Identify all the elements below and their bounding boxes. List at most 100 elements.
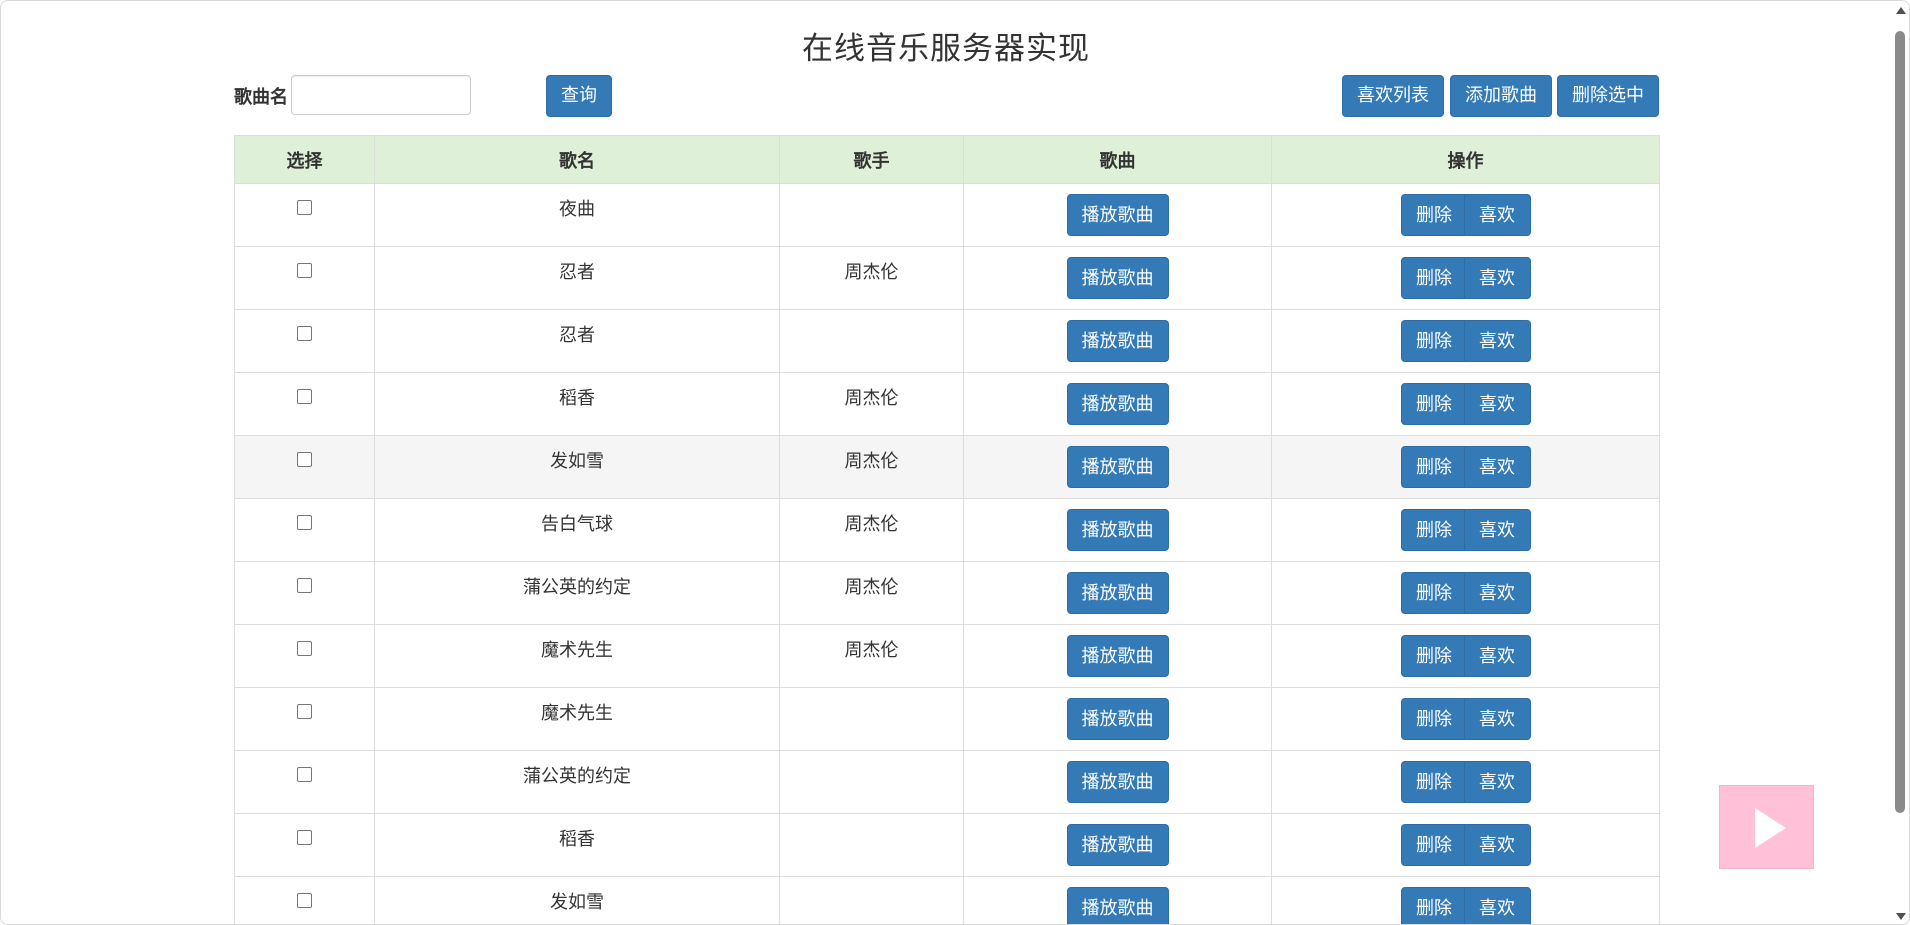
play-song-button[interactable]: 播放歌曲 <box>1066 824 1169 866</box>
play-song-button[interactable]: 播放歌曲 <box>1066 509 1169 551</box>
table-row: 发如雪 周杰伦 播放歌曲 删除 喜欢 <box>234 435 1660 499</box>
table-row: 稻香 播放歌曲 删除 喜欢 <box>234 813 1660 877</box>
title-cell: 稻香 <box>374 813 780 877</box>
row-select-checkbox[interactable] <box>297 641 312 656</box>
play-song-button[interactable]: 播放歌曲 <box>1066 446 1169 488</box>
row-select-checkbox[interactable] <box>297 767 312 782</box>
like-song-button[interactable]: 喜欢 <box>1463 446 1531 488</box>
delete-selected-button[interactable]: 删除选中 <box>1557 75 1659 117</box>
song-cell: 播放歌曲 <box>963 813 1272 877</box>
singer-cell: 周杰伦 <box>779 561 964 625</box>
table-row: 蒲公英的约定 播放歌曲 删除 喜欢 <box>234 750 1660 814</box>
row-select-checkbox[interactable] <box>297 515 312 530</box>
row-select-checkbox[interactable] <box>297 326 312 341</box>
delete-song-button[interactable]: 删除 <box>1400 698 1468 740</box>
column-header-song: 歌曲 <box>963 135 1272 184</box>
actions-cell: 删除 喜欢 <box>1271 372 1660 436</box>
song-title: 魔术先生 <box>541 640 613 661</box>
like-song-button[interactable]: 喜欢 <box>1463 635 1531 677</box>
delete-song-button[interactable]: 删除 <box>1400 320 1468 362</box>
like-song-button[interactable]: 喜欢 <box>1463 761 1531 803</box>
select-cell <box>234 309 375 373</box>
play-song-button[interactable]: 播放歌曲 <box>1066 698 1169 740</box>
like-song-button[interactable]: 喜欢 <box>1463 572 1531 614</box>
add-song-button[interactable]: 添加歌曲 <box>1450 75 1552 117</box>
page-title: 在线音乐服务器实现 <box>802 31 1090 67</box>
like-song-button[interactable]: 喜欢 <box>1463 194 1531 236</box>
delete-song-button[interactable]: 删除 <box>1400 383 1468 425</box>
select-cell <box>234 246 375 310</box>
like-song-button[interactable]: 喜欢 <box>1463 257 1531 299</box>
like-song-button[interactable]: 喜欢 <box>1463 698 1531 740</box>
delete-song-button[interactable]: 删除 <box>1400 509 1468 551</box>
delete-song-button[interactable]: 删除 <box>1400 257 1468 299</box>
title-cell: 忍者 <box>374 309 780 373</box>
like-song-button[interactable]: 喜欢 <box>1463 320 1531 362</box>
actions-cell: 删除 喜欢 <box>1271 750 1660 814</box>
song-cell: 播放歌曲 <box>963 246 1272 310</box>
table-row: 忍者 播放歌曲 删除 喜欢 <box>234 309 1660 373</box>
actions-cell: 删除 喜欢 <box>1271 813 1660 877</box>
column-header-singer: 歌手 <box>779 135 964 184</box>
scroll-down-arrow-icon[interactable] <box>1896 913 1906 920</box>
row-select-checkbox[interactable] <box>297 200 312 215</box>
browser-page: 在线音乐服务器实现 歌曲名 查询 喜欢列表 添加歌曲 删除选中 选择 歌名 歌手… <box>0 0 1910 925</box>
play-song-button[interactable]: 播放歌曲 <box>1066 320 1169 362</box>
delete-song-button[interactable]: 删除 <box>1400 194 1468 236</box>
play-song-button[interactable]: 播放歌曲 <box>1066 887 1169 924</box>
delete-song-button[interactable]: 删除 <box>1400 887 1468 924</box>
singer-cell <box>779 750 964 814</box>
scrollbar[interactable] <box>1892 1 1909 924</box>
like-song-button[interactable]: 喜欢 <box>1463 824 1531 866</box>
column-header-title: 歌名 <box>374 135 780 184</box>
play-song-button[interactable]: 播放歌曲 <box>1066 761 1169 803</box>
singer-cell: 周杰伦 <box>779 435 964 499</box>
row-select-checkbox[interactable] <box>297 389 312 404</box>
column-header-actions: 操作 <box>1271 135 1660 184</box>
song-singer: 周杰伦 <box>844 514 899 535</box>
title-cell: 告白气球 <box>374 498 780 562</box>
song-title: 稻香 <box>559 388 595 409</box>
song-title: 发如雪 <box>550 892 604 913</box>
song-title: 夜曲 <box>559 199 595 220</box>
play-song-button[interactable]: 播放歌曲 <box>1066 194 1169 236</box>
song-title: 告白气球 <box>541 514 613 535</box>
select-cell <box>234 750 375 814</box>
song-singer: 周杰伦 <box>844 451 899 472</box>
like-song-button[interactable]: 喜欢 <box>1463 509 1531 551</box>
scrollbar-thumb[interactable] <box>1895 31 1905 813</box>
play-icon <box>1755 808 1786 848</box>
select-cell <box>234 876 375 924</box>
song-cell: 播放歌曲 <box>963 750 1272 814</box>
like-song-button[interactable]: 喜欢 <box>1463 887 1531 924</box>
row-select-checkbox[interactable] <box>297 830 312 845</box>
delete-song-button[interactable]: 删除 <box>1400 824 1468 866</box>
play-song-button[interactable]: 播放歌曲 <box>1066 572 1169 614</box>
song-title: 忍者 <box>559 262 595 283</box>
play-song-button[interactable]: 播放歌曲 <box>1066 635 1169 677</box>
title-cell: 稻香 <box>374 372 780 436</box>
song-singer: 周杰伦 <box>844 262 899 283</box>
favorite-list-button[interactable]: 喜欢列表 <box>1342 75 1444 117</box>
like-song-button[interactable]: 喜欢 <box>1463 383 1531 425</box>
singer-cell: 周杰伦 <box>779 246 964 310</box>
title-cell: 魔术先生 <box>374 687 780 751</box>
row-select-checkbox[interactable] <box>297 452 312 467</box>
scroll-up-arrow-icon[interactable] <box>1896 7 1906 14</box>
delete-song-button[interactable]: 删除 <box>1400 572 1468 614</box>
row-select-checkbox[interactable] <box>297 578 312 593</box>
delete-song-button[interactable]: 删除 <box>1400 761 1468 803</box>
select-cell <box>234 498 375 562</box>
floating-play-button[interactable] <box>1719 785 1814 869</box>
delete-song-button[interactable]: 删除 <box>1400 446 1468 488</box>
play-song-button[interactable]: 播放歌曲 <box>1066 257 1169 299</box>
row-select-checkbox[interactable] <box>297 263 312 278</box>
row-select-checkbox[interactable] <box>297 704 312 719</box>
play-song-button[interactable]: 播放歌曲 <box>1066 383 1169 425</box>
query-button[interactable]: 查询 <box>546 75 612 117</box>
select-cell <box>234 183 375 247</box>
song-name-search-input[interactable] <box>291 75 471 115</box>
delete-song-button[interactable]: 删除 <box>1400 635 1468 677</box>
row-select-checkbox[interactable] <box>297 893 312 908</box>
select-cell <box>234 372 375 436</box>
